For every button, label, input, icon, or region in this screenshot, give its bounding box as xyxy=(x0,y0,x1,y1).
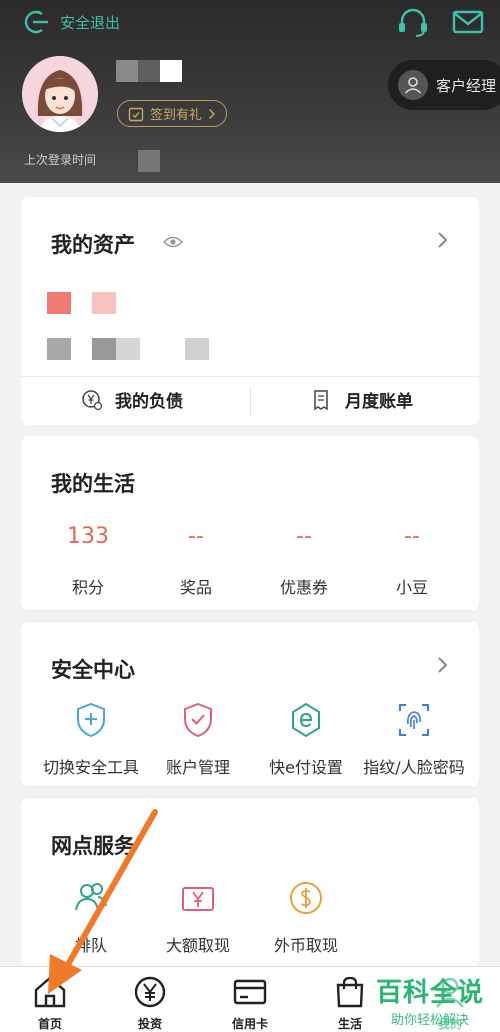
account-header: 安全退出 签到有礼 上次登录时间 客户经理 xyxy=(0,0,500,183)
coupons-label: 优惠券 xyxy=(279,578,328,597)
checkin-button[interactable]: 签到有礼 xyxy=(117,100,228,127)
life-item-prizes[interactable]: -- 奖品 xyxy=(141,524,251,598)
nav-home[interactable]: 首页 xyxy=(10,975,90,1032)
home-icon xyxy=(34,976,66,1008)
points-label: 积分 xyxy=(71,578,104,597)
masked-balance xyxy=(47,292,71,314)
yen-coin-icon xyxy=(82,389,103,410)
liabilities-link[interactable]: 我的负债 xyxy=(81,387,183,412)
life-title: 我的生活 xyxy=(51,472,135,496)
life-item-points[interactable]: 133 积分 xyxy=(33,524,143,598)
user-icon xyxy=(398,70,428,100)
branch-card: 网点服务 排队 大额取现 外币取现 xyxy=(21,798,479,968)
masked-detail xyxy=(92,338,116,360)
monthly-bill-label: 月度账单 xyxy=(345,392,413,412)
power-icon xyxy=(24,10,48,34)
shield-check-icon xyxy=(184,702,212,738)
chevron-right-icon[interactable] xyxy=(437,231,449,249)
masked-balance xyxy=(92,292,116,314)
people-icon xyxy=(75,883,107,911)
watermark-main: 百科全说 xyxy=(376,978,485,1008)
large-withdrawal-label: 大额取现 xyxy=(165,936,230,955)
bill-icon xyxy=(314,389,328,410)
beans-value: -- xyxy=(404,524,420,549)
security-card: 安全中心 切换安全工具 账户管理 快e付设置 指纹/人脸密码 xyxy=(21,622,479,786)
fingerprint-face-label: 指纹/人脸密码 xyxy=(363,758,465,777)
exit-button[interactable]: 安全退出 xyxy=(22,8,120,36)
chevron-right-icon[interactable] xyxy=(437,656,449,674)
exit-label: 安全退出 xyxy=(60,13,121,32)
fingerprint-face-password-button[interactable]: 指纹/人脸密码 xyxy=(357,702,471,778)
quick-e-pay-label: 快e付设置 xyxy=(269,758,343,777)
mail-icon[interactable] xyxy=(451,6,485,38)
switch-security-tool-label: 切换安全工具 xyxy=(42,758,139,777)
fingerprint-icon xyxy=(399,704,429,736)
points-value: 133 xyxy=(67,524,109,549)
branch-title: 网点服务 xyxy=(51,834,135,858)
assets-card[interactable]: 我的资产 我的负债 月度账单 xyxy=(21,197,479,425)
nav-life-label: 生活 xyxy=(337,1017,362,1031)
dollar-coin-icon xyxy=(290,882,322,914)
divider xyxy=(250,387,251,417)
nav-credit-card-label: 信用卡 xyxy=(231,1017,268,1031)
foreign-currency-withdrawal-button[interactable]: 外币取现 xyxy=(249,880,363,956)
chevron-right-icon xyxy=(209,108,216,119)
prizes-value: -- xyxy=(188,524,204,549)
liabilities-label: 我的负债 xyxy=(115,392,183,412)
shopping-bag-icon xyxy=(336,976,364,1008)
account-management-label: 账户管理 xyxy=(165,758,230,777)
queue-label: 排队 xyxy=(74,936,107,955)
headset-icon[interactable] xyxy=(396,6,430,38)
assets-title: 我的资产 xyxy=(51,233,135,257)
masked-username xyxy=(116,60,182,82)
e-pay-icon xyxy=(292,702,320,738)
monthly-bill-link[interactable]: 月度账单 xyxy=(311,387,413,412)
masked-detail xyxy=(185,338,209,360)
foreign-currency-label: 外币取现 xyxy=(273,936,338,955)
manager-label: 客户经理 xyxy=(436,76,497,95)
masked-detail xyxy=(116,338,140,360)
credit-card-icon xyxy=(233,979,267,1005)
watermark-sub: 助你轻松解决 xyxy=(391,1013,470,1028)
checkin-label: 签到有礼 xyxy=(150,108,203,123)
masked-login-time xyxy=(138,150,160,172)
calendar-check-icon xyxy=(128,107,144,121)
life-card: 我的生活 133 积分 -- 奖品 -- 优惠券 -- 小豆 xyxy=(21,436,479,610)
divider xyxy=(21,376,479,377)
prizes-label: 奖品 xyxy=(179,578,212,597)
coupons-value: -- xyxy=(296,524,312,549)
life-item-beans[interactable]: -- 小豆 xyxy=(357,524,467,598)
yen-bill-icon xyxy=(182,887,214,911)
large-withdrawal-button[interactable]: 大额取现 xyxy=(141,880,255,956)
nav-invest-label: 投资 xyxy=(137,1017,162,1031)
nav-credit-card[interactable]: 信用卡 xyxy=(210,975,290,1032)
avatar[interactable] xyxy=(22,56,98,132)
security-title: 安全中心 xyxy=(51,658,135,682)
account-management-button[interactable]: 账户管理 xyxy=(141,702,255,778)
account-manager-button[interactable]: 客户经理 xyxy=(388,60,500,110)
eye-icon[interactable] xyxy=(163,235,183,249)
queue-button[interactable]: 排队 xyxy=(34,880,148,956)
switch-security-tool-button[interactable]: 切换安全工具 xyxy=(34,702,148,778)
masked-detail xyxy=(47,338,71,360)
beans-label: 小豆 xyxy=(395,578,428,597)
shield-plus-icon xyxy=(77,702,105,738)
life-item-coupons[interactable]: -- 优惠券 xyxy=(249,524,359,598)
watermark: 百科全说 助你轻松解决 xyxy=(376,972,484,1028)
nav-invest[interactable]: 投资 xyxy=(110,975,190,1032)
quick-e-pay-settings-button[interactable]: 快e付设置 xyxy=(249,702,363,778)
yen-circle-icon xyxy=(134,976,166,1008)
nav-home-label: 首页 xyxy=(37,1017,62,1031)
last-login-label: 上次登录时间 xyxy=(24,153,97,167)
